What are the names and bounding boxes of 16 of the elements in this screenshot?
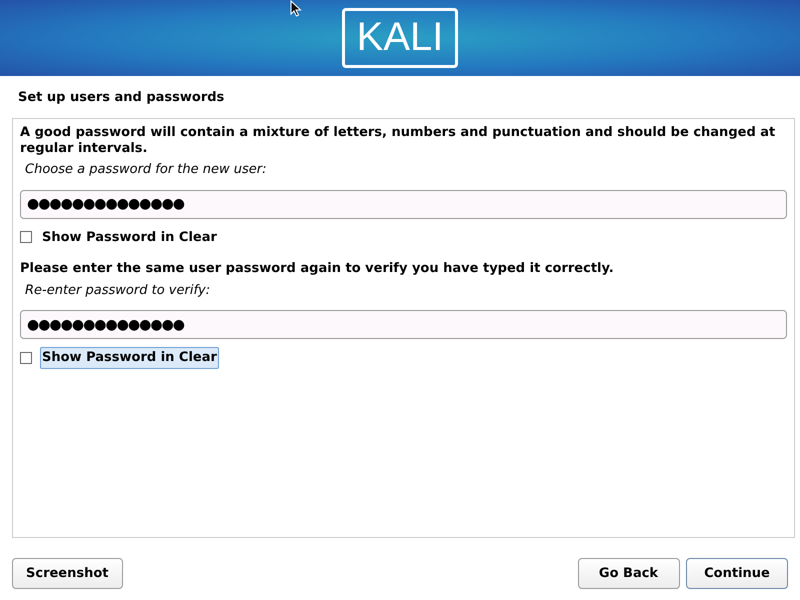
back-button[interactable]: Go Back	[578, 558, 680, 589]
password-field[interactable]: ●●●●●●●●●●●●●●	[20, 190, 787, 219]
mouse-pointer-icon	[290, 0, 302, 17]
password-field[interactable]: ●●●●●●●●●●●●●●	[20, 310, 787, 340]
logo: KALI	[342, 8, 458, 68]
checkbox[interactable]	[20, 231, 32, 244]
description-text: A good password will contain a mixture of letters, numbers and punctuation and should be changed at regular intervals.	[20, 125, 776, 156]
checkbox[interactable]	[20, 352, 32, 364]
field-label: Re-enter password to verify:	[25, 282, 210, 298]
continue-button[interactable]: Continue	[686, 558, 788, 589]
page-title: Set up users and passwords	[18, 90, 224, 105]
field-label: Choose a password for the new user:	[25, 162, 267, 178]
checkbox-label[interactable]: Show Password in Clear	[40, 226, 219, 248]
description-text: Please enter the same user password again to verify you have typed it correctly.	[20, 261, 614, 276]
screenshot-button[interactable]: Screenshot	[12, 558, 123, 589]
checkbox-label[interactable]: Show Password in Clear	[40, 347, 219, 369]
